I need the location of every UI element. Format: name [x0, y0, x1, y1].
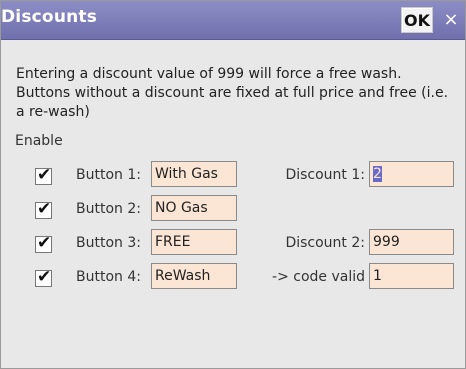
- discount-2-label: Discount 2:: [285, 235, 365, 251]
- code-valid-value: 1: [373, 268, 382, 284]
- button-4-value: ReWash: [155, 268, 211, 284]
- button-1-label: Button 1:: [76, 167, 141, 183]
- button-3-value: FREE: [155, 234, 191, 250]
- enable-checkbox-button-2[interactable]: ✔: [35, 199, 52, 219]
- description-text: Entering a discount value of 999 will fo…: [16, 66, 449, 120]
- discount-2-value: 999: [373, 234, 400, 250]
- button-4-label: Button 4:: [76, 269, 141, 285]
- close-icon[interactable]: ×: [439, 7, 463, 33]
- button-1-value: With Gas: [155, 166, 218, 182]
- button-3-name-field[interactable]: FREE: [151, 229, 237, 255]
- button-2-label: Button 2:: [76, 201, 141, 217]
- enable-checkbox-button-1[interactable]: ✔: [35, 165, 52, 185]
- checkmark-icon: ✔: [37, 165, 52, 185]
- checkmark-icon: ✔: [37, 199, 52, 219]
- button-4-name-field[interactable]: ReWash: [151, 263, 237, 289]
- discount-2-field[interactable]: 999: [369, 229, 454, 255]
- discount-1-label: Discount 1:: [285, 167, 365, 183]
- enable-checkbox-button-4[interactable]: ✔: [35, 267, 52, 287]
- checkmark-icon: ✔: [37, 267, 52, 287]
- code-valid-label: -> code valid: [272, 269, 365, 285]
- discount-1-value: 2: [373, 166, 382, 182]
- button-3-label: Button 3:: [76, 235, 141, 251]
- button-1-name-field[interactable]: With Gas: [151, 161, 237, 187]
- enable-label: Enable: [15, 133, 63, 149]
- code-valid-field[interactable]: 1: [369, 263, 454, 289]
- dialog-title: Discounts: [1, 7, 98, 27]
- discounts-dialog: Discounts OK × Entering a discount value…: [0, 0, 466, 369]
- discount-1-field[interactable]: 2: [369, 161, 454, 187]
- enable-checkbox-button-3[interactable]: ✔: [35, 233, 52, 253]
- button-2-value: NO Gas: [155, 200, 208, 216]
- title-bar[interactable]: Discounts OK ×: [1, 1, 465, 40]
- checkmark-icon: ✔: [37, 233, 52, 253]
- button-2-name-field[interactable]: NO Gas: [151, 195, 237, 221]
- ok-button[interactable]: OK: [401, 7, 433, 33]
